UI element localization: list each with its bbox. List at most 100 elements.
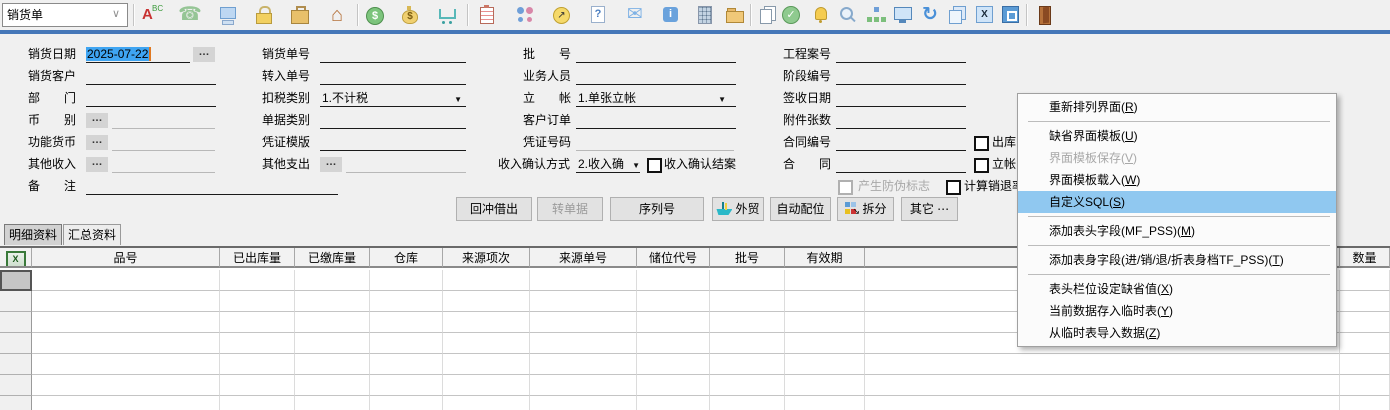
grid-column-header[interactable]: 储位代号 xyxy=(637,248,710,268)
context-menu-item[interactable]: 表头栏位设定缺省值(X) xyxy=(1018,278,1336,300)
outbound-checkbox[interactable] xyxy=(974,136,989,151)
grid-cell[interactable] xyxy=(295,333,370,354)
grid-column-header[interactable]: 仓库 xyxy=(370,248,443,268)
chevron-down-icon[interactable] xyxy=(107,5,125,23)
sitemap-icon[interactable] xyxy=(865,3,889,27)
grid-cell[interactable] xyxy=(295,354,370,375)
sale-date-picker-button[interactable] xyxy=(193,47,215,62)
grid-cell[interactable] xyxy=(530,312,637,333)
cart-icon[interactable] xyxy=(435,3,459,27)
grid-cell[interactable] xyxy=(370,354,443,375)
grid-row-header[interactable] xyxy=(0,312,32,333)
grid-cell[interactable] xyxy=(530,270,637,291)
grid-cell[interactable] xyxy=(443,270,530,291)
grid-cell[interactable] xyxy=(530,291,637,312)
users-icon[interactable] xyxy=(513,3,537,27)
grid-column-header[interactable]: 已出库量 xyxy=(220,248,295,268)
dollar-coin-icon[interactable] xyxy=(363,3,387,27)
currency-lookup-button[interactable] xyxy=(86,113,108,128)
window-icon[interactable] xyxy=(999,3,1023,27)
grid-row-header[interactable] xyxy=(0,375,32,396)
context-menu-item[interactable]: 添加表身字段(进/销/退/折表身档TF_PSS)(T) xyxy=(1018,249,1336,271)
grid-cell[interactable] xyxy=(785,375,865,396)
sales-return-checkbox[interactable] xyxy=(946,180,961,195)
grid-cell[interactable] xyxy=(1340,312,1390,333)
tab-detail-data[interactable]: 明细资料 xyxy=(4,224,62,245)
clipboard-icon[interactable] xyxy=(475,3,499,27)
grid-cell[interactable] xyxy=(710,291,785,312)
grid-cell[interactable] xyxy=(32,375,220,396)
grid-cell[interactable] xyxy=(637,291,710,312)
grid-column-header[interactable]: 批号 xyxy=(710,248,785,268)
grid-cell[interactable] xyxy=(370,270,443,291)
close-window-icon[interactable] xyxy=(973,3,997,27)
grid-cell[interactable] xyxy=(220,270,295,291)
context-menu-item[interactable]: 自定义SQL(S) xyxy=(1018,191,1336,213)
grid-cell[interactable] xyxy=(1340,375,1390,396)
contract-no-input[interactable] xyxy=(836,134,966,151)
sale-date-input[interactable]: 2025-07-22 xyxy=(86,46,190,63)
revenue-confirm-select[interactable]: 2.收入确 xyxy=(576,156,640,173)
grid-cell[interactable] xyxy=(785,291,865,312)
tab-summary-data[interactable]: 汇总资料 xyxy=(63,224,121,245)
home-icon[interactable] xyxy=(325,3,349,27)
grid-cell[interactable] xyxy=(710,312,785,333)
serial-no-button[interactable]: 序列号 xyxy=(610,197,704,221)
customer-order-input[interactable] xyxy=(576,112,736,129)
grid-cell[interactable] xyxy=(785,396,865,410)
revenue-confirm-closed-checkbox[interactable] xyxy=(647,158,662,173)
context-menu-item[interactable]: 从临时表导入数据(Z) xyxy=(1018,322,1336,344)
billing-checkbox[interactable] xyxy=(974,158,989,173)
grid-column-header[interactable]: 已缴库量 xyxy=(295,248,370,268)
grid-cell[interactable] xyxy=(295,396,370,410)
more-button[interactable]: 其它 ⋯ xyxy=(901,197,958,221)
grid-cell[interactable] xyxy=(220,312,295,333)
info-icon[interactable] xyxy=(659,3,683,27)
grid-cell[interactable] xyxy=(370,333,443,354)
grid-cell[interactable] xyxy=(530,333,637,354)
grid-cell[interactable] xyxy=(443,312,530,333)
grid-cell[interactable] xyxy=(710,375,785,396)
font-icon[interactable] xyxy=(140,3,164,27)
grid-cell[interactable] xyxy=(637,354,710,375)
grid-cell[interactable] xyxy=(32,396,220,410)
grid-cell[interactable] xyxy=(1340,270,1390,291)
lock-icon[interactable] xyxy=(252,3,276,27)
grid-column-header[interactable]: 品号 xyxy=(32,248,220,268)
refresh-icon[interactable] xyxy=(918,3,942,27)
transfer-in-no-input[interactable] xyxy=(320,68,466,85)
bell-icon[interactable] xyxy=(809,3,833,27)
salesperson-input[interactable] xyxy=(576,68,736,85)
grid-cell[interactable] xyxy=(443,354,530,375)
copy-docs-icon[interactable] xyxy=(756,3,780,27)
doc-category-input[interactable] xyxy=(320,112,466,129)
grid-cell[interactable] xyxy=(710,396,785,410)
grid-corner-select-all[interactable] xyxy=(0,248,32,268)
grid-cell[interactable] xyxy=(220,396,295,410)
check-icon[interactable] xyxy=(779,3,803,27)
grid-cell[interactable] xyxy=(785,312,865,333)
grid-cell[interactable] xyxy=(865,396,1340,410)
tax-type-select[interactable]: 1.不计税 xyxy=(320,90,466,107)
grid-cell[interactable] xyxy=(295,375,370,396)
grid-column-header[interactable]: 数量 xyxy=(1340,248,1390,268)
split-button[interactable]: 拆分 xyxy=(837,197,894,221)
grid-column-header[interactable]: 来源单号 xyxy=(530,248,637,268)
other-income-lookup-button[interactable] xyxy=(86,157,108,172)
grid-column-header[interactable]: 有效期 xyxy=(785,248,865,268)
auto-allocate-button[interactable]: 自动配位 xyxy=(770,197,831,221)
functional-currency-lookup-button[interactable] xyxy=(86,135,108,150)
grid-cell[interactable] xyxy=(220,354,295,375)
exit-door-icon[interactable] xyxy=(1033,3,1057,27)
grid-cell[interactable] xyxy=(637,396,710,410)
reverse-borrow-button[interactable]: 回冲借出 xyxy=(456,197,532,221)
customer-input[interactable] xyxy=(86,68,216,85)
money-bag-icon[interactable] xyxy=(398,3,422,27)
grid-cell[interactable] xyxy=(1340,291,1390,312)
grid-cell[interactable] xyxy=(370,375,443,396)
grid-cell[interactable] xyxy=(785,270,865,291)
department-input[interactable] xyxy=(86,90,216,107)
grid-cell[interactable] xyxy=(710,354,785,375)
go-link-icon[interactable] xyxy=(549,3,573,27)
grid-cell[interactable] xyxy=(865,354,1340,375)
